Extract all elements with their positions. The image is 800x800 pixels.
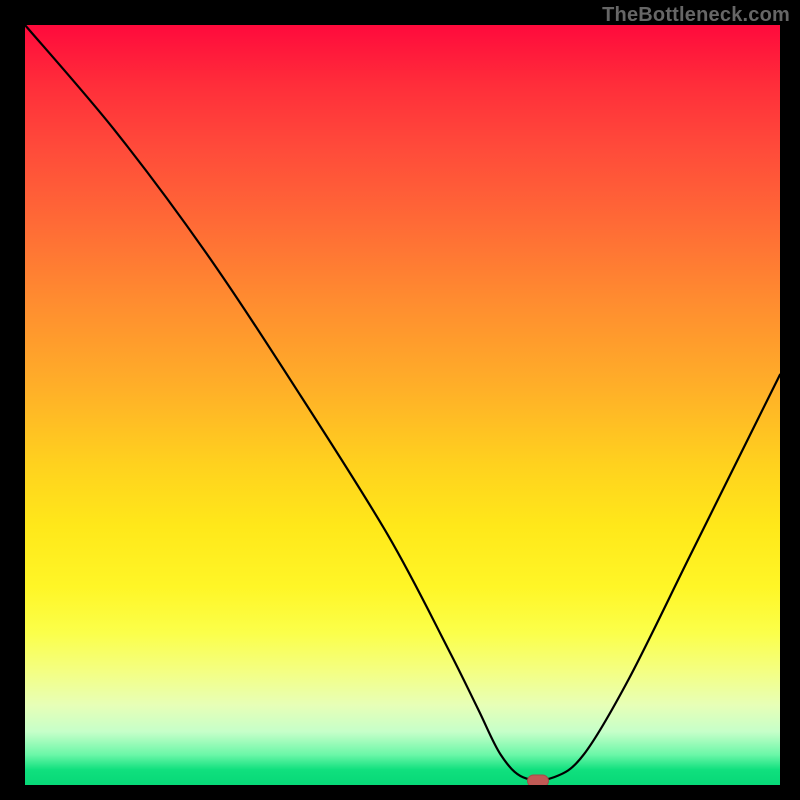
chart-frame: TheBottleneck.com <box>0 0 800 800</box>
bottleneck-curve <box>25 25 780 785</box>
plot-area <box>25 25 780 785</box>
watermark-label: TheBottleneck.com <box>602 4 790 27</box>
optimal-point-marker <box>527 775 549 785</box>
